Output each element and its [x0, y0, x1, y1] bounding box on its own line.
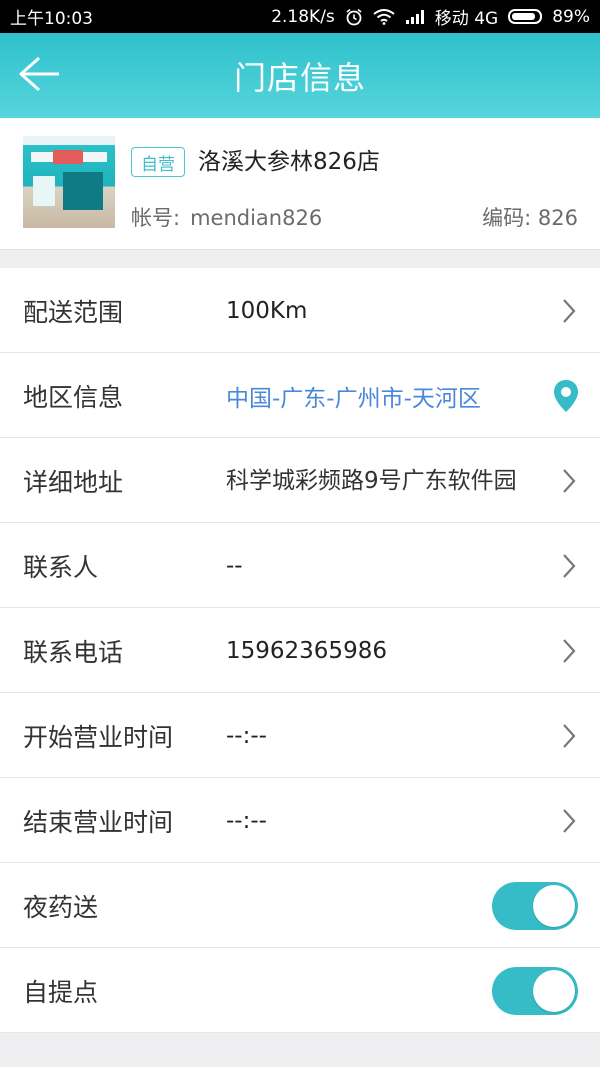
battery-percent: 89% [552, 6, 590, 27]
signal-icon [405, 9, 425, 24]
battery-icon [508, 9, 543, 24]
row-label: 联系电话 [23, 637, 124, 667]
row-label: 结束营业时间 [23, 807, 174, 837]
row-label: 配送范围 [23, 297, 124, 327]
row-value: 科学城彩频路9号广东软件园 [226, 467, 517, 494]
row-value: -- [226, 552, 243, 579]
row-close-time[interactable]: 结束营业时间 --:-- [0, 778, 600, 863]
store-photo [23, 136, 115, 228]
row-label: 开始营业时间 [23, 722, 174, 752]
row-value: 15962365986 [226, 637, 387, 664]
row-contact-phone[interactable]: 联系电话 15962365986 [0, 608, 600, 693]
row-delivery-range[interactable]: 配送范围 100Km [0, 268, 600, 353]
row-label: 联系人 [23, 552, 99, 582]
carrier-label: 移动 4G [434, 9, 499, 29]
row-value: 100Km [226, 297, 308, 324]
row-value: --:-- [226, 807, 267, 834]
row-label: 自提点 [23, 977, 99, 1007]
chevron-right-icon [558, 608, 580, 693]
row-open-time[interactable]: 开始营业时间 --:-- [0, 693, 600, 778]
page-title: 门店信息 [233, 58, 366, 97]
row-value: --:-- [226, 722, 267, 749]
alarm-icon [345, 8, 363, 26]
row-pickup-point: 自提点 [0, 948, 600, 1033]
store-code: 编码: 826 [482, 206, 578, 230]
store-name: 洛溪大参林826店 [198, 149, 380, 175]
wifi-icon [373, 8, 395, 25]
row-contact-person[interactable]: 联系人 -- [0, 523, 600, 608]
row-detail-address[interactable]: 详细地址 科学城彩频路9号广东软件园 [0, 438, 600, 523]
chevron-right-icon [558, 523, 580, 608]
row-label: 夜药送 [23, 892, 99, 922]
status-time: 上午10:03 [10, 9, 93, 29]
night-delivery-toggle[interactable] [492, 882, 578, 930]
chevron-right-icon [558, 438, 580, 523]
toggle-knob [533, 970, 575, 1012]
pickup-point-toggle[interactable] [492, 967, 578, 1015]
chevron-right-icon [558, 778, 580, 863]
location-pin-icon[interactable] [552, 353, 580, 438]
row-label: 详细地址 [23, 467, 124, 497]
account-value: mendian826 [190, 206, 323, 230]
account-label: 帐号: [131, 206, 181, 230]
status-bar: 上午10:03 2.18K/s 移动 4G 89% [0, 0, 600, 33]
chevron-right-icon [558, 268, 580, 353]
row-value: 中国-广东-广州市-天河区 [226, 385, 481, 412]
store-account: 帐号: mendian826 [131, 202, 322, 232]
toggle-knob [533, 885, 575, 927]
network-speed: 2.18K/s [271, 6, 335, 27]
status-indicators: 2.18K/s 移动 4G 89% [271, 4, 590, 30]
back-button[interactable] [14, 51, 64, 101]
store-info-list: 配送范围 100Km 地区信息 中国-广东-广州市-天河区 详细地址 科学城彩频… [0, 268, 600, 1033]
row-region[interactable]: 地区信息 中国-广东-广州市-天河区 [0, 353, 600, 438]
app-bar: 门店信息 [0, 33, 600, 118]
row-night-delivery: 夜药送 [0, 863, 600, 948]
arrow-left-icon [17, 54, 61, 98]
self-operated-badge: 自营 [131, 147, 185, 177]
store-summary: 自营 洛溪大参林826店 帐号: mendian826 编码: 826 [0, 118, 600, 250]
chevron-right-icon [558, 693, 580, 778]
row-label: 地区信息 [23, 382, 124, 412]
